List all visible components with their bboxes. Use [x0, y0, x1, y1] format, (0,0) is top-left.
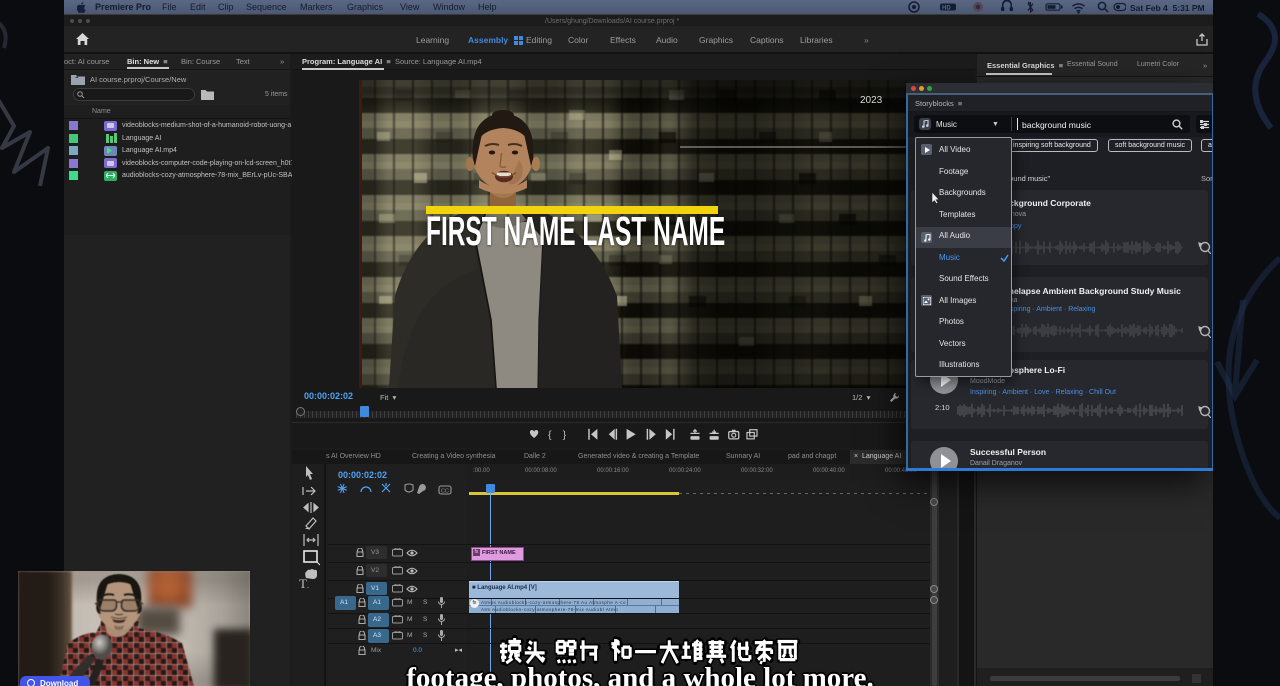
- svg-text:}: }: [563, 430, 567, 441]
- svg-text:{: {: [548, 430, 552, 441]
- svg-text:HD: HD: [942, 6, 951, 12]
